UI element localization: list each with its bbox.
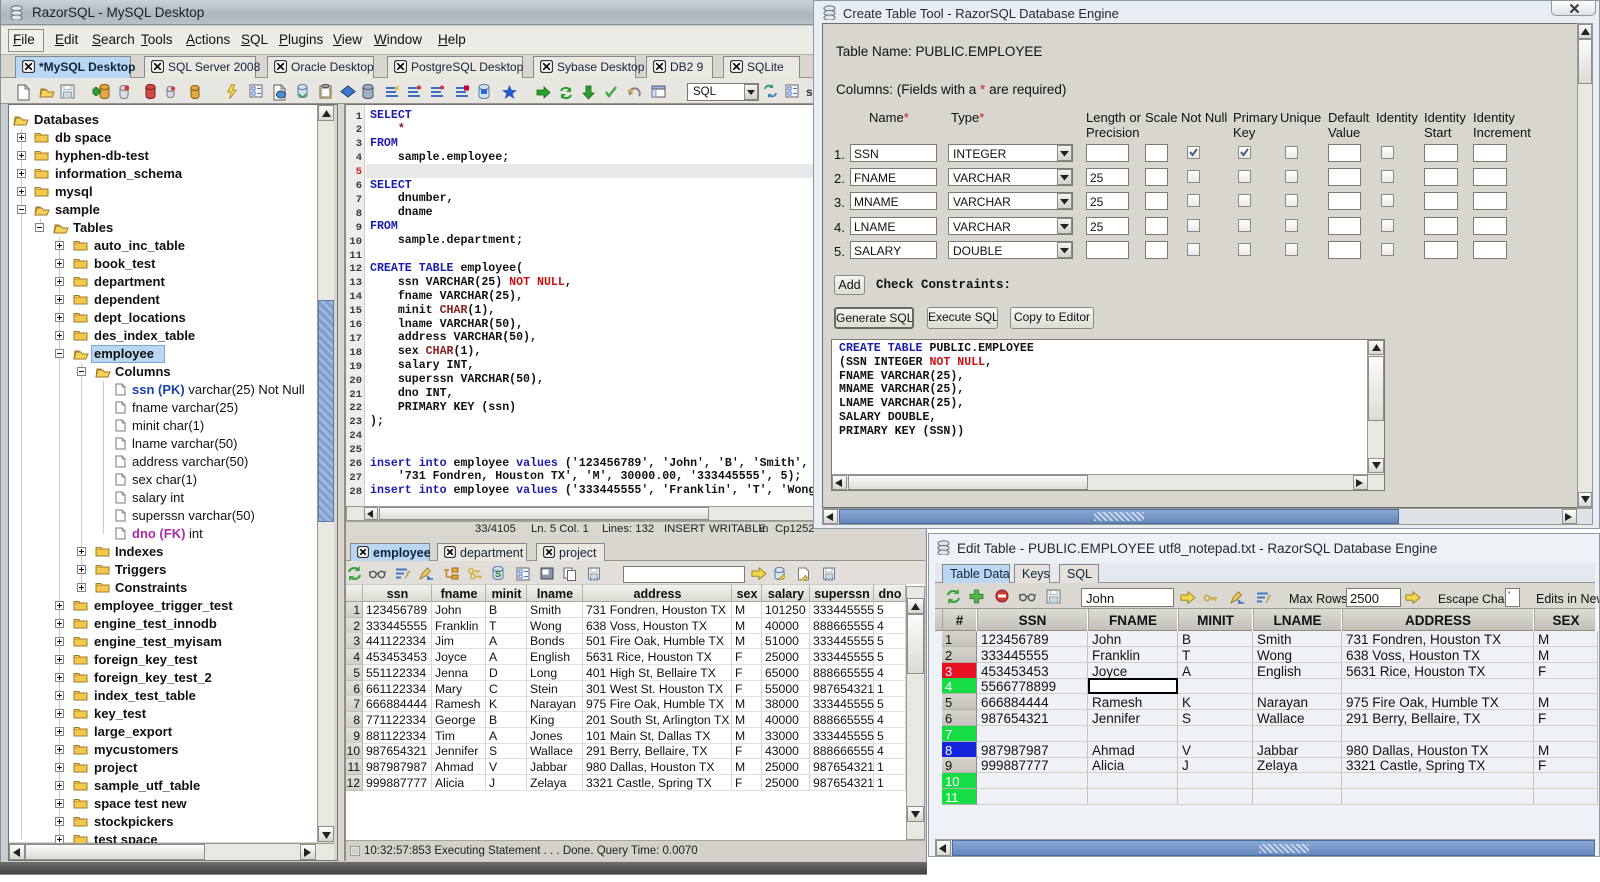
svg-text:s: s xyxy=(806,85,813,99)
svg-text:S: S xyxy=(495,569,501,579)
